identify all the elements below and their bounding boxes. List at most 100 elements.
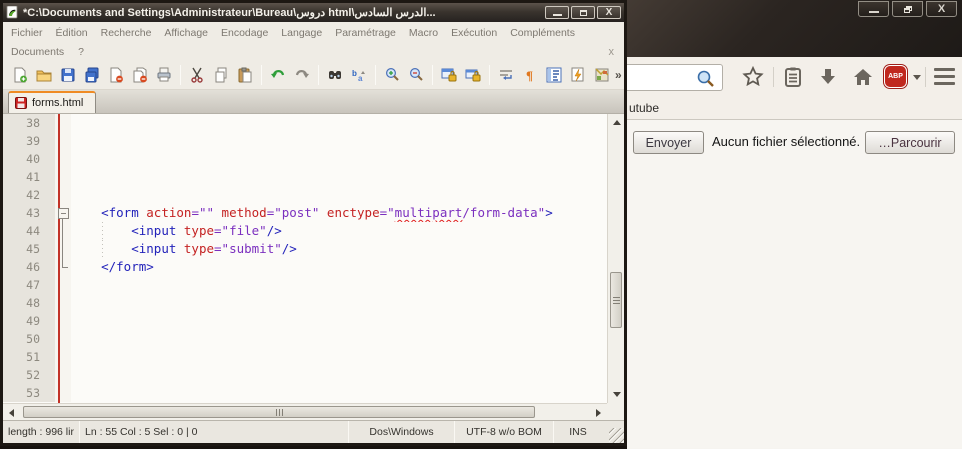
menu-item-macro[interactable]: Macro xyxy=(409,27,438,39)
adblock-plus-icon[interactable]: ABP xyxy=(884,65,907,88)
redo-icon[interactable] xyxy=(291,64,313,86)
sync-horizontal-icon[interactable] xyxy=(462,64,484,86)
minimize-icon xyxy=(552,13,562,16)
menu-hamburger-icon[interactable] xyxy=(934,68,955,85)
adblock-dropdown-caret-icon[interactable] xyxy=(913,75,921,80)
toolbar-overflow-chevron[interactable]: » xyxy=(615,68,622,82)
zoom-in-icon[interactable] xyxy=(381,64,403,86)
code-line xyxy=(71,294,607,312)
close-button[interactable]: X xyxy=(597,6,621,19)
menu-item-paramétrage[interactable]: Paramétrage xyxy=(335,27,396,39)
minimize-button[interactable] xyxy=(545,6,569,19)
function-list-icon[interactable] xyxy=(543,64,565,86)
undo-icon[interactable] xyxy=(267,64,289,86)
open-file-icon[interactable] xyxy=(33,64,55,86)
line-number: 51 xyxy=(3,348,55,366)
menu-item-édition[interactable]: Édition xyxy=(56,27,88,39)
menu-item-compléments[interactable]: Compléments xyxy=(510,27,575,39)
menu-item-affichage[interactable]: Affichage xyxy=(164,27,208,39)
scroll-down-button[interactable] xyxy=(609,387,624,402)
scroll-right-button[interactable] xyxy=(591,405,606,420)
horizontal-scrollbar[interactable] xyxy=(3,403,607,420)
paste-icon[interactable] xyxy=(234,64,256,86)
print-icon[interactable] xyxy=(153,64,175,86)
close-file-icon[interactable] xyxy=(105,64,127,86)
close-button[interactable]: X xyxy=(926,1,957,17)
downloads-icon[interactable] xyxy=(816,65,840,94)
sync-vertical-icon[interactable] xyxy=(438,64,460,86)
submit-button[interactable]: Envoyer xyxy=(633,131,704,154)
code-token: </form> xyxy=(101,259,154,274)
search-icon[interactable] xyxy=(696,69,715,88)
code-token: > xyxy=(545,205,553,220)
tab-forms-html[interactable]: forms.html xyxy=(8,91,97,113)
bookmarks-menu-icon[interactable] xyxy=(781,65,805,94)
code-token: type xyxy=(183,241,215,256)
menu-item-documents[interactable]: Documents xyxy=(11,46,64,58)
save-icon[interactable] xyxy=(57,64,79,86)
code-line xyxy=(71,132,607,150)
code-row: 49 xyxy=(3,312,607,330)
menu-item-?[interactable]: ? xyxy=(78,46,84,58)
copy-icon[interactable] xyxy=(210,64,232,86)
maximize-icon xyxy=(579,9,587,16)
save-all-icon[interactable] xyxy=(81,64,103,86)
menubar-close-icon[interactable]: x xyxy=(609,46,615,58)
menu-item-recherche[interactable]: Recherche xyxy=(101,27,152,39)
arrow-left-icon xyxy=(9,408,14,417)
bookmark-star-icon[interactable] xyxy=(741,65,765,94)
code-line xyxy=(71,330,607,348)
code-token: action xyxy=(146,205,192,220)
toolbar-separator xyxy=(318,65,319,85)
code-row: 50 xyxy=(3,330,607,348)
code-row: 40 xyxy=(3,150,607,168)
toolbar-separator xyxy=(180,65,181,85)
show-symbols-icon[interactable]: ¶ xyxy=(519,64,541,86)
search-input[interactable] xyxy=(627,64,723,91)
browser-window: X ABP utube Envoyer Aucun fichier sélect… xyxy=(627,0,962,449)
editor-toolbar: ba ¶ » xyxy=(3,61,624,90)
editor-surface[interactable]: 38 39 40 41 42 43 <form action="" method="pos… xyxy=(3,114,607,403)
find-icon[interactable] xyxy=(324,64,346,86)
replace-icon[interactable]: ba xyxy=(348,64,370,86)
status-eol-format: Dos\Windows xyxy=(369,426,434,438)
menu-item-exécution[interactable]: Exécution xyxy=(451,27,497,39)
editor-window: *C:\Documents and Settings\Administrateu… xyxy=(0,0,627,446)
menu-item-langage[interactable]: Langage xyxy=(281,27,322,39)
maximize-button[interactable] xyxy=(571,6,595,19)
scroll-left-button[interactable] xyxy=(4,405,19,420)
horizontal-scrollbar-thumb[interactable] xyxy=(23,406,535,418)
close-all-icon[interactable] xyxy=(129,64,151,86)
vertical-scrollbar[interactable] xyxy=(607,114,624,403)
home-icon[interactable] xyxy=(851,65,875,94)
bookmark-item-youtube[interactable]: utube xyxy=(629,101,659,115)
minimize-button[interactable] xyxy=(858,1,889,17)
code-line: <form action="" method="post" enctype="m… xyxy=(71,204,607,222)
menu-item-encodage[interactable]: Encodage xyxy=(221,27,268,39)
cut-icon[interactable] xyxy=(186,64,208,86)
word-wrap-icon[interactable] xyxy=(495,64,517,86)
menu-item-fichier[interactable]: Fichier xyxy=(11,27,43,39)
status-encoding: UTF-8 w/o BOM xyxy=(466,426,542,438)
resize-grip[interactable] xyxy=(609,428,624,443)
line-number: 40 xyxy=(3,150,55,168)
monitoring-icon[interactable] xyxy=(567,64,589,86)
zoom-out-icon[interactable] xyxy=(405,64,427,86)
vertical-scrollbar-thumb[interactable] xyxy=(610,272,622,328)
restore-button[interactable] xyxy=(892,1,923,17)
code-line xyxy=(71,168,607,186)
browser-title-bar[interactable]: X xyxy=(627,0,962,57)
scroll-up-button[interactable] xyxy=(609,115,624,130)
new-file-icon[interactable] xyxy=(9,64,31,86)
editor-title-bar[interactable]: *C:\Documents and Settings\Administrateu… xyxy=(3,3,624,22)
document-map-icon[interactable] xyxy=(591,64,613,86)
code-line xyxy=(71,384,607,402)
code-line: <input type="file"/> xyxy=(71,222,607,240)
browse-button[interactable]: …Parcourir xyxy=(865,131,955,154)
code-row: 45 <input type="submit"/> xyxy=(3,240,607,258)
restore-icon xyxy=(903,5,912,13)
menu-row-2: Documents? x xyxy=(3,43,624,61)
